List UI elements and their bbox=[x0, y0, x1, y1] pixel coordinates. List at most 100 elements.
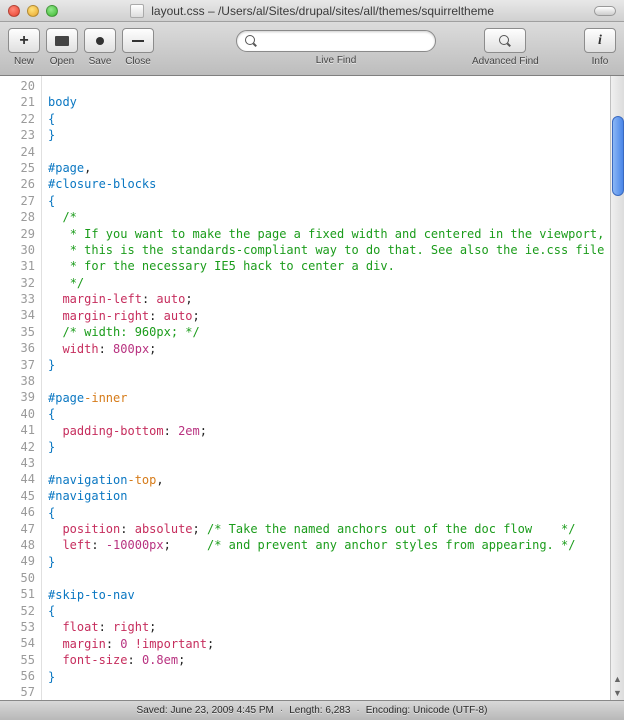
code-line[interactable]: { bbox=[48, 406, 604, 422]
close-label: Close bbox=[125, 56, 151, 67]
live-find-field[interactable] bbox=[236, 30, 436, 52]
line-number: 49 bbox=[0, 553, 35, 569]
code-line[interactable]: #navigation bbox=[48, 488, 604, 504]
code-line[interactable]: { bbox=[48, 111, 604, 127]
code-line[interactable]: margin: 0 !important; bbox=[48, 636, 604, 652]
code-line[interactable]: font-size: 0.8em; bbox=[48, 652, 604, 668]
code-line[interactable]: #page-inner bbox=[48, 390, 604, 406]
search-icon bbox=[245, 35, 257, 47]
toolbar-toggle-button[interactable] bbox=[594, 6, 616, 16]
close-button[interactable] bbox=[122, 28, 154, 53]
line-number: 46 bbox=[0, 504, 35, 520]
code-line[interactable]: { bbox=[48, 193, 604, 209]
line-number: 52 bbox=[0, 603, 35, 619]
line-number: 22 bbox=[0, 111, 35, 127]
live-find-label: Live Find bbox=[316, 55, 357, 66]
code-line[interactable]: } bbox=[48, 439, 604, 455]
code-line[interactable]: */ bbox=[48, 275, 604, 291]
line-number-gutter: 2021222324252627282930313233343536373839… bbox=[0, 76, 42, 700]
line-number: 42 bbox=[0, 439, 35, 455]
line-number: 32 bbox=[0, 275, 35, 291]
code-line[interactable]: { bbox=[48, 505, 604, 521]
line-number: 56 bbox=[0, 668, 35, 684]
scroll-thumb[interactable] bbox=[612, 116, 624, 196]
line-number: 53 bbox=[0, 619, 35, 635]
code-line[interactable] bbox=[48, 78, 604, 94]
status-separator: · bbox=[356, 705, 359, 716]
info-label: Info bbox=[592, 56, 609, 67]
line-number: 21 bbox=[0, 94, 35, 110]
code-line[interactable]: * for the necessary IE5 hack to center a… bbox=[48, 258, 604, 274]
code-line[interactable]: left: -10000px; /* and prevent any ancho… bbox=[48, 537, 604, 553]
scroll-down-arrow[interactable]: ▼ bbox=[611, 686, 624, 700]
status-separator: · bbox=[280, 705, 283, 716]
new-button[interactable]: + bbox=[8, 28, 40, 53]
code-line[interactable]: position: absolute; /* Take the named an… bbox=[48, 521, 604, 537]
line-number: 29 bbox=[0, 226, 35, 242]
line-number: 35 bbox=[0, 324, 35, 340]
code-line[interactable]: width: 800px; bbox=[48, 341, 604, 357]
line-number: 36 bbox=[0, 340, 35, 356]
line-number: 26 bbox=[0, 176, 35, 192]
code-line[interactable] bbox=[48, 373, 604, 389]
code-line[interactable]: #closure-blocks bbox=[48, 176, 604, 192]
line-number: 38 bbox=[0, 373, 35, 389]
code-line[interactable]: /* width: 960px; */ bbox=[48, 324, 604, 340]
status-saved: Saved: June 23, 2009 4:45 PM bbox=[137, 705, 274, 716]
code-area[interactable]: body{} #page,#closure-blocks{ /* * If yo… bbox=[42, 76, 610, 700]
advanced-find-button[interactable] bbox=[484, 28, 526, 53]
live-find-input[interactable] bbox=[257, 35, 427, 47]
info-button[interactable]: i bbox=[584, 28, 616, 53]
code-line[interactable]: /* bbox=[48, 209, 604, 225]
line-number: 51 bbox=[0, 586, 35, 602]
status-length: Length: 6,283 bbox=[289, 705, 350, 716]
code-line[interactable]: float: right; bbox=[48, 619, 604, 635]
close-window-button[interactable] bbox=[8, 5, 20, 17]
code-line[interactable]: body bbox=[48, 94, 604, 110]
code-line[interactable]: margin-right: auto; bbox=[48, 308, 604, 324]
plus-icon: + bbox=[19, 32, 28, 50]
code-line[interactable] bbox=[48, 144, 604, 160]
code-line[interactable]: #navigation-top, bbox=[48, 472, 604, 488]
code-line[interactable] bbox=[48, 455, 604, 471]
window-titlebar: layout.css – /Users/al/Sites/drupal/site… bbox=[0, 0, 624, 22]
zoom-window-button[interactable] bbox=[46, 5, 58, 17]
line-number: 47 bbox=[0, 521, 35, 537]
open-button[interactable] bbox=[46, 28, 78, 53]
code-line[interactable]: } bbox=[48, 357, 604, 373]
document-icon bbox=[130, 4, 144, 18]
code-line[interactable]: #page, bbox=[48, 160, 604, 176]
code-line[interactable] bbox=[48, 570, 604, 586]
code-line[interactable]: { bbox=[48, 603, 604, 619]
line-number: 41 bbox=[0, 422, 35, 438]
save-label: Save bbox=[89, 56, 112, 67]
line-number: 54 bbox=[0, 635, 35, 651]
code-line[interactable]: margin-left: auto; bbox=[48, 291, 604, 307]
line-number: 43 bbox=[0, 455, 35, 471]
line-number: 24 bbox=[0, 144, 35, 160]
code-line[interactable]: } bbox=[48, 127, 604, 143]
code-line[interactable]: padding-bottom: 2em; bbox=[48, 423, 604, 439]
line-number: 37 bbox=[0, 357, 35, 373]
code-line[interactable] bbox=[48, 685, 604, 700]
code-line[interactable]: #skip-to-nav bbox=[48, 587, 604, 603]
search-icon bbox=[499, 35, 511, 47]
line-number: 23 bbox=[0, 127, 35, 143]
code-line[interactable]: } bbox=[48, 669, 604, 685]
scroll-up-arrow[interactable]: ▲ bbox=[611, 672, 624, 686]
traffic-lights bbox=[8, 5, 58, 17]
code-line[interactable]: * this is the standards-compliant way to… bbox=[48, 242, 604, 258]
toolbar: + New Open Save Close Live Find Advance bbox=[0, 22, 624, 76]
code-line[interactable]: * If you want to make the page a fixed w… bbox=[48, 226, 604, 242]
line-number: 39 bbox=[0, 389, 35, 405]
line-number: 33 bbox=[0, 291, 35, 307]
code-line[interactable]: } bbox=[48, 554, 604, 570]
minimize-window-button[interactable] bbox=[27, 5, 39, 17]
advanced-find-label: Advanced Find bbox=[472, 56, 539, 67]
line-number: 27 bbox=[0, 193, 35, 209]
line-number: 31 bbox=[0, 258, 35, 274]
vertical-scrollbar[interactable]: ▲ ▼ bbox=[610, 76, 624, 700]
save-button[interactable] bbox=[84, 28, 116, 53]
line-number: 34 bbox=[0, 307, 35, 323]
open-label: Open bbox=[50, 56, 74, 67]
